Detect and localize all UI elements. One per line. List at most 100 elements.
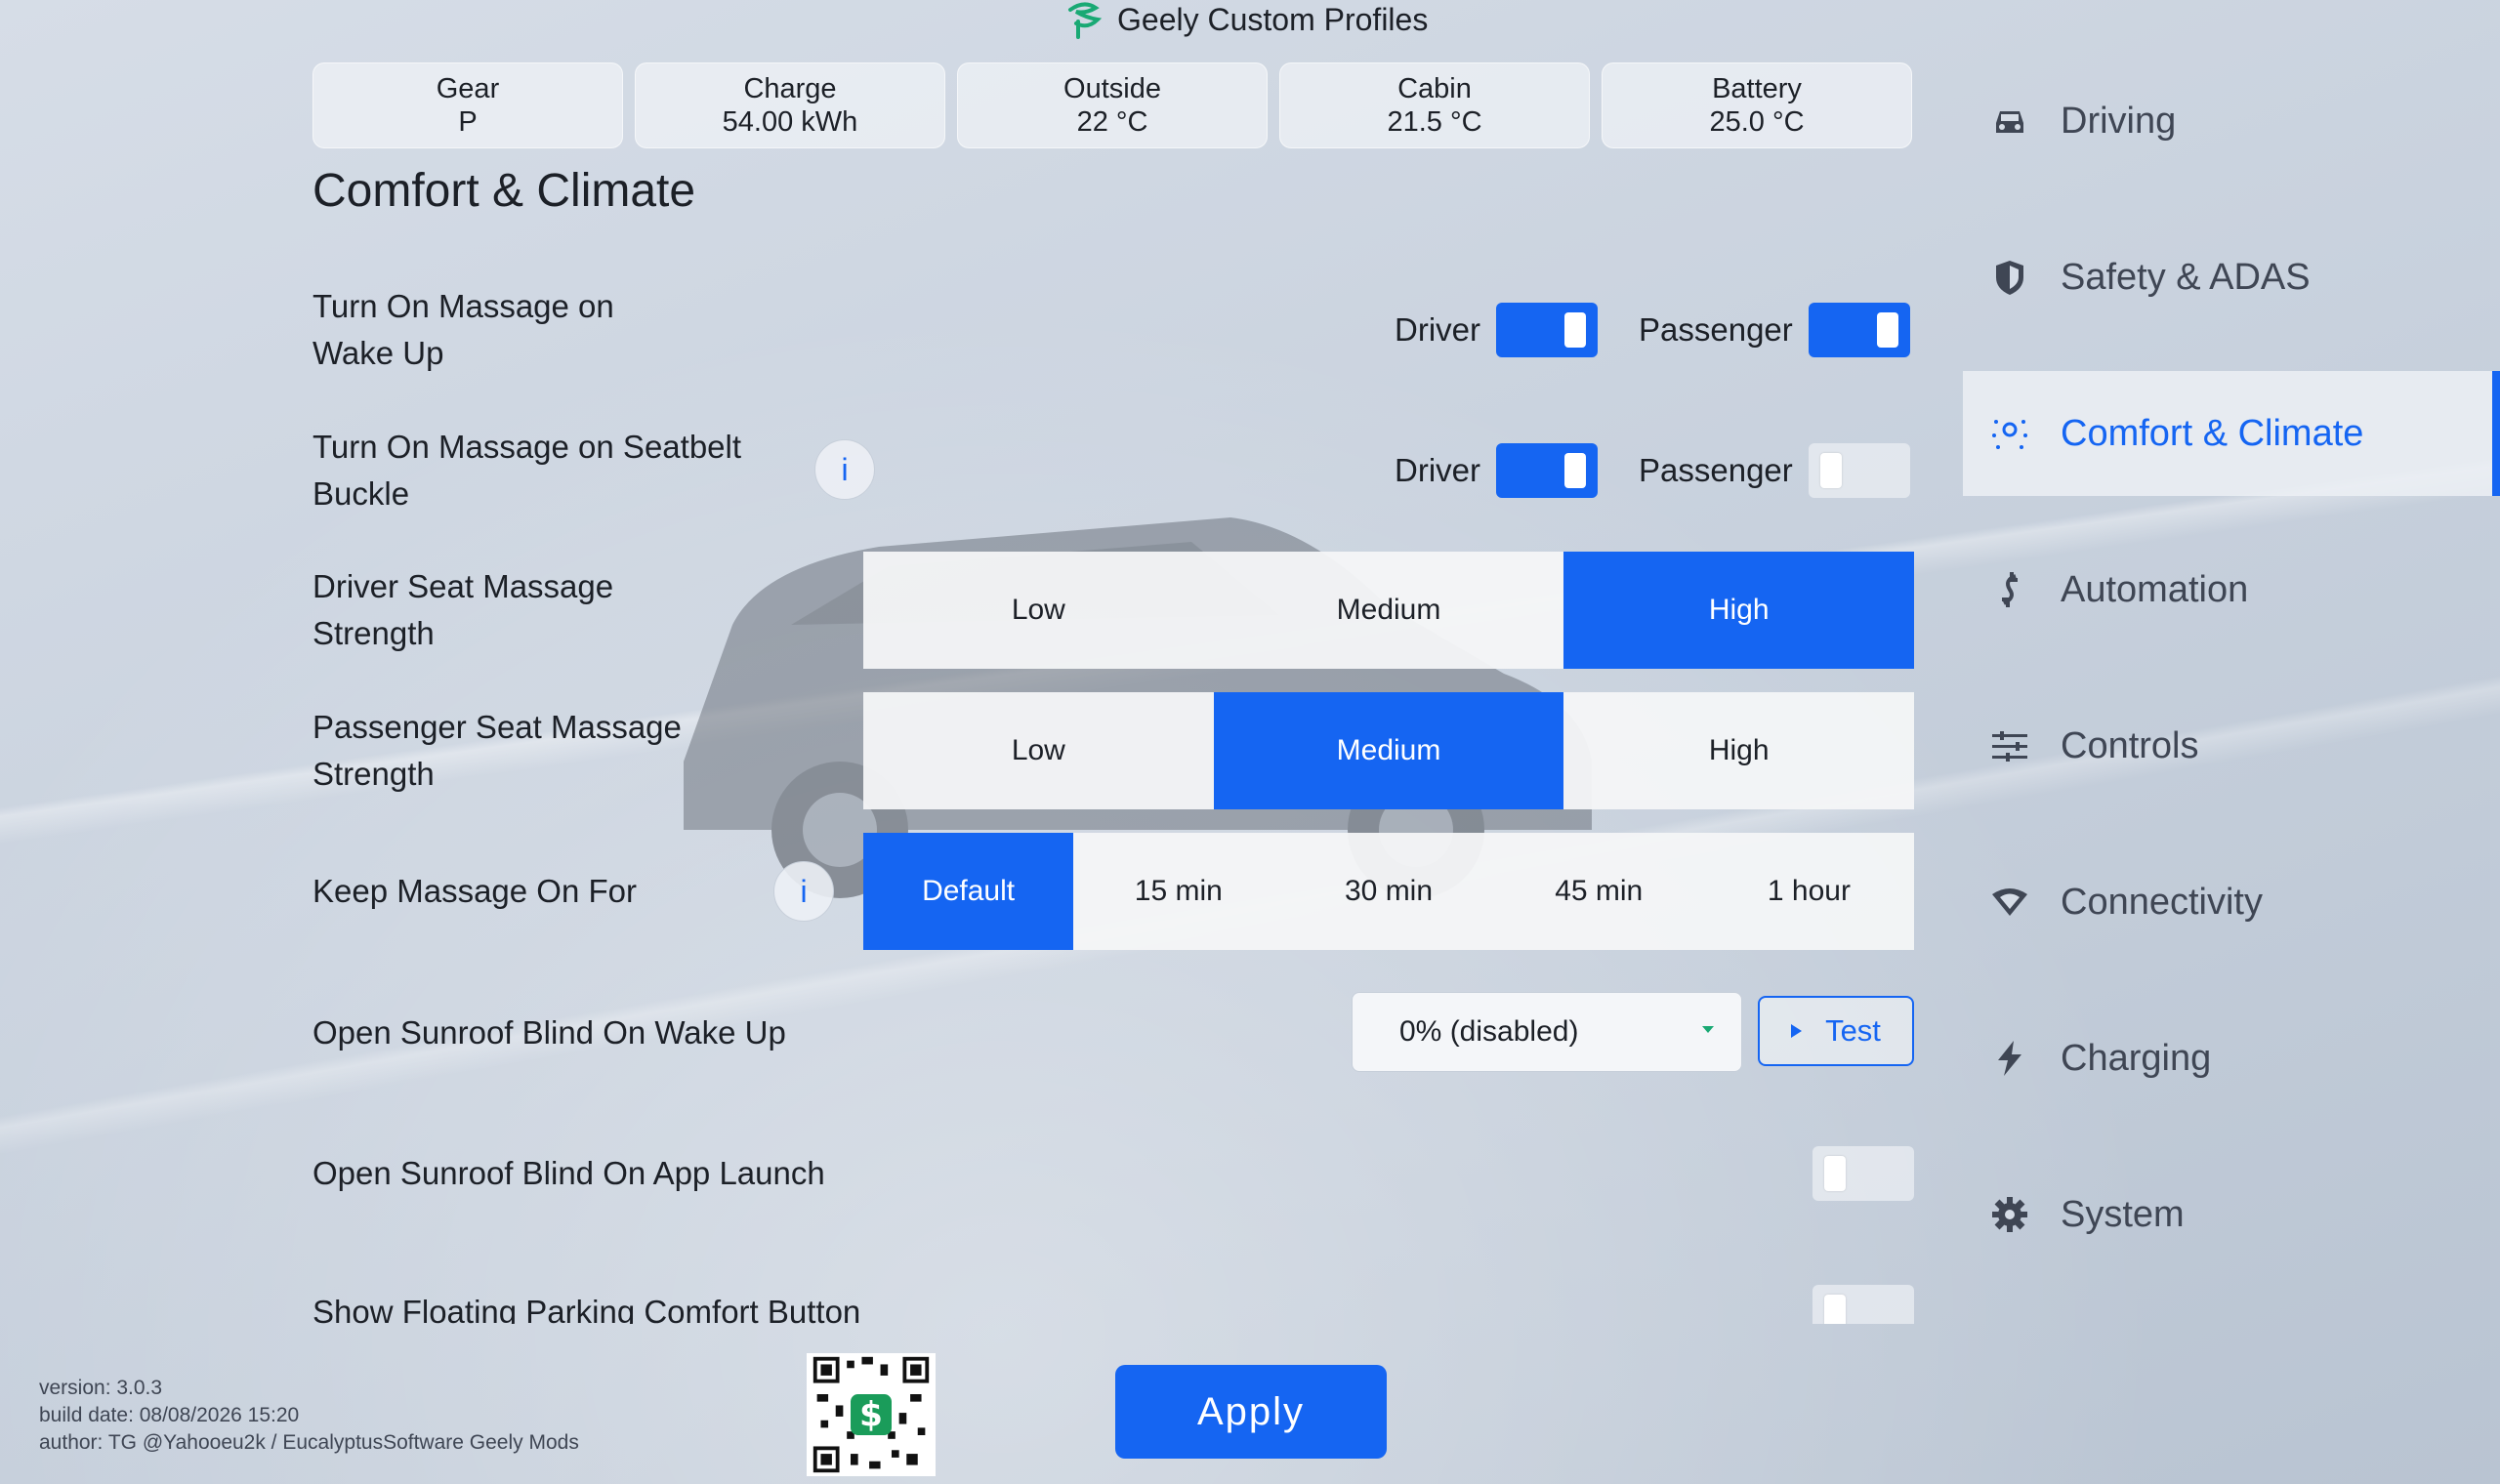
nav-item-driving[interactable]: Driving: [1963, 59, 2500, 184]
nav-item-connectivity[interactable]: Connectivity: [1963, 840, 2500, 965]
stat-value: P: [458, 106, 478, 138]
nav-label: Connectivity: [2061, 881, 2263, 923]
driver-toggle-group: Driver: [1395, 303, 1598, 357]
bolt-icon: [1986, 1035, 2033, 1082]
driver-massage-wake-switch[interactable]: [1496, 303, 1598, 357]
nav-item-comfort[interactable]: Comfort & Climate: [1963, 371, 2500, 496]
passenger-toggle-group: Passenger: [1639, 443, 1910, 498]
option-low[interactable]: Low: [863, 692, 1214, 809]
setting-label: Turn On Massage on Wake Up: [312, 283, 614, 377]
passenger-massage-buckle-switch[interactable]: [1808, 443, 1910, 498]
setting-label: Turn On Massage on Seatbelt Buckle: [312, 424, 741, 517]
gear-icon: [1986, 1191, 2033, 1238]
stat-gear: Gear P: [312, 62, 623, 148]
option-1-hour[interactable]: 1 hour: [1704, 833, 1914, 950]
page-title: Comfort & Climate: [312, 165, 696, 217]
shield-icon: [1986, 254, 2033, 301]
passenger-label: Passenger: [1639, 452, 1793, 488]
climate-icon: [1986, 410, 2033, 457]
nav-label: Automation: [2061, 568, 2249, 610]
stat-battery: Battery 25.0 °C: [1602, 62, 1912, 148]
nav-item-safety[interactable]: Safety & ADAS: [1963, 215, 2500, 340]
setting-sunroof-launch: Open Sunroof Blind On App Launch: [312, 1146, 1914, 1201]
nav-label: Driving: [2061, 100, 2177, 142]
switch-knob: [1824, 1156, 1846, 1191]
app-title: Geely Custom Profiles: [1117, 1, 1429, 37]
passenger-massage-wake-switch[interactable]: [1808, 303, 1910, 357]
switch-knob: [1819, 453, 1842, 488]
nav-item-automation[interactable]: Automation: [1963, 527, 2500, 652]
switch-knob: [1824, 1295, 1846, 1324]
nav-label: Charging: [2061, 1037, 2212, 1079]
setting-label: Show Floating Parking Comfort Button: [312, 1294, 861, 1324]
label-line: Buckle: [312, 475, 410, 512]
sunroof-launch-switch[interactable]: [1812, 1146, 1914, 1201]
nav-item-charging[interactable]: Charging: [1963, 996, 2500, 1121]
nav-item-controls[interactable]: Controls: [1963, 683, 2500, 808]
option-low[interactable]: Low: [863, 552, 1214, 669]
nav-label: Controls: [2061, 724, 2199, 766]
wifi-icon: [1986, 879, 2033, 926]
chevron-down-icon: [1702, 1026, 1714, 1033]
stat-outside: Outside 22 °C: [957, 62, 1268, 148]
setting-label: Driver Seat Massage Strength: [312, 563, 613, 657]
passenger-strength-segmented: Low Medium High: [863, 692, 1914, 809]
dropdown-value: 0% (disabled): [1399, 1015, 1579, 1048]
stat-label: Gear: [436, 73, 500, 104]
setting-label: Open Sunroof Blind On Wake Up: [312, 1014, 786, 1051]
driver-strength-segmented: Low Medium High: [863, 552, 1915, 669]
nav-label: Comfort & Climate: [2061, 412, 2364, 454]
car-icon: [1986, 98, 2033, 144]
stat-label: Battery: [1712, 73, 1802, 104]
stat-cabin: Cabin 21.5 °C: [1279, 62, 1590, 148]
sunroof-test-button[interactable]: Test: [1758, 996, 1914, 1066]
setting-massage-wake: Turn On Massage on Wake Up Driver Passen…: [312, 283, 1914, 377]
author-text: author: TG @Yahooeu2k / EucalyptusSoftwa…: [39, 1431, 579, 1454]
floating-button-switch[interactable]: [1812, 1285, 1914, 1324]
sidebar-nav: Driving Safety & ADAS Comfort & Climate …: [1963, 59, 2500, 1308]
build-date-text: build date: 08/08/2026 15:20: [39, 1404, 300, 1426]
info-button[interactable]: i: [814, 439, 875, 500]
setting-label: Open Sunroof Blind On App Launch: [312, 1155, 825, 1191]
setting-massage-buckle: Turn On Massage on Seatbelt Buckle i Dri…: [312, 424, 1914, 517]
test-label: Test: [1825, 1013, 1881, 1048]
play-icon: [1791, 1024, 1803, 1038]
stat-value: 54.00 kWh: [722, 106, 858, 138]
option-medium[interactable]: Medium: [1213, 692, 1564, 809]
version-text: version: 3.0.3: [39, 1377, 163, 1399]
geely-logo-icon: [1068, 2, 1103, 39]
label-line: Passenger Seat Massage: [312, 709, 682, 745]
switch-knob: [1564, 312, 1586, 348]
info-button[interactable]: i: [773, 861, 834, 922]
apply-button[interactable]: Apply: [1115, 1365, 1387, 1459]
setting-passenger-strength: Passenger Seat Massage Strength Low Medi…: [312, 692, 1914, 809]
option-medium[interactable]: Medium: [1214, 552, 1564, 669]
setting-label: Passenger Seat Massage Strength: [312, 704, 682, 798]
driver-label: Driver: [1395, 452, 1480, 488]
stat-value: 22 °C: [1076, 106, 1148, 138]
option-45-min[interactable]: 45 min: [1494, 833, 1704, 950]
option-default[interactable]: Default: [863, 833, 1074, 950]
label-line: Driver Seat Massage: [312, 568, 614, 604]
label-line: Strength: [312, 756, 435, 792]
sunroof-wake-dropdown[interactable]: 0% (disabled): [1352, 992, 1742, 1072]
donate-qr-code[interactable]: $: [807, 1353, 936, 1476]
driver-massage-buckle-switch[interactable]: [1496, 443, 1598, 498]
svg-text:$: $: [859, 1395, 883, 1434]
stat-label: Cabin: [1397, 73, 1472, 104]
passenger-label: Passenger: [1639, 311, 1793, 348]
label-line: Turn On Massage on Seatbelt: [312, 429, 742, 465]
option-30-min[interactable]: 30 min: [1283, 833, 1493, 950]
stat-label: Charge: [743, 73, 837, 104]
option-high[interactable]: High: [1563, 692, 1914, 809]
option-high[interactable]: High: [1563, 552, 1915, 669]
stat-charge: Charge 54.00 kWh: [635, 62, 945, 148]
keep-massage-segmented: Default 15 min 30 min 45 min 1 hour: [863, 833, 1914, 950]
passenger-toggle-group: Passenger: [1639, 303, 1910, 357]
option-15-min[interactable]: 15 min: [1073, 833, 1283, 950]
stat-label: Outside: [1063, 73, 1161, 104]
nav-item-system[interactable]: System: [1963, 1152, 2500, 1277]
stat-value: 25.0 °C: [1709, 106, 1805, 138]
nav-label: Safety & ADAS: [2061, 256, 2311, 298]
nav-label: System: [2061, 1193, 2185, 1235]
